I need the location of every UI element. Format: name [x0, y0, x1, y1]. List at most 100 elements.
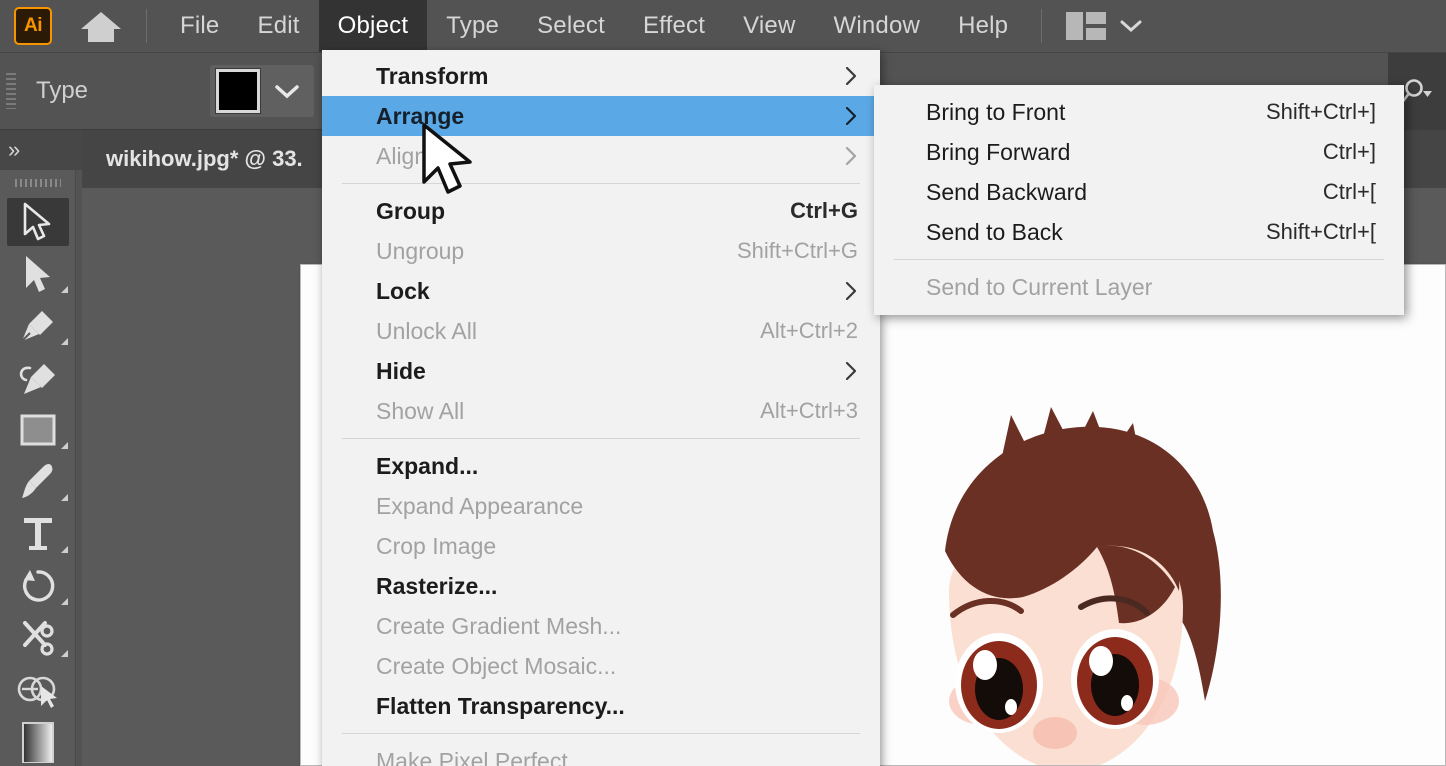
menu-window[interactable]: Window — [815, 0, 940, 52]
menu-item-label: Transform — [376, 62, 489, 89]
workspace-switcher[interactable] — [1066, 12, 1142, 40]
menu-select[interactable]: Select — [518, 0, 624, 52]
menu-item-show-all: Show All Alt+Ctrl+3 — [322, 391, 880, 431]
menu-item-create-gradient-mesh: Create Gradient Mesh... — [322, 606, 880, 646]
menu-item-label: Send to Back — [926, 218, 1063, 245]
chevron-right-icon — [844, 65, 858, 87]
menu-file[interactable]: File — [161, 0, 238, 52]
menu-help[interactable]: Help — [939, 0, 1027, 52]
gradient-tool[interactable] — [0, 716, 76, 766]
menu-item-send-backward[interactable]: Send Backward Ctrl+[ — [874, 172, 1404, 212]
menu-edit[interactable]: Edit — [238, 0, 318, 52]
menu-item-label: Show All — [376, 397, 465, 424]
menu-item-shortcut: Shift+Ctrl+[ — [1265, 219, 1376, 244]
control-bar-grip[interactable] — [6, 73, 16, 109]
tool-flyout-indicator[interactable] — [61, 598, 68, 605]
menu-item-shortcut: Alt+Ctrl+3 — [760, 398, 858, 423]
menu-item-group[interactable]: Group Ctrl+G — [322, 191, 880, 231]
selection-tool[interactable] — [0, 196, 76, 248]
menu-item-list: File Edit Object Type Select Effect View Window… — [161, 0, 1027, 52]
chevron-right-icon — [844, 360, 858, 382]
menu-item-lock[interactable]: Lock — [322, 271, 880, 311]
menu-item-label: Create Gradient Mesh... — [376, 612, 622, 639]
menu-item-flatten-transparency[interactable]: Flatten Transparency... — [322, 686, 880, 726]
menu-item-shortcut: Ctrl+] — [1322, 139, 1376, 164]
menu-effect[interactable]: Effect — [624, 0, 724, 52]
menu-item-label: Rasterize... — [376, 572, 498, 599]
document-tab[interactable]: wikihow.jpg* @ 33. — [82, 130, 327, 188]
arrange-submenu[interactable]: Bring to Front Shift+Ctrl+] Bring Forward C… — [874, 85, 1404, 315]
menu-item-label: Lock — [376, 277, 430, 304]
menu-item-arrange[interactable]: Arrange — [322, 96, 880, 136]
double-chevron-right-icon[interactable]: » — [8, 139, 20, 161]
menu-item-expand[interactable]: Expand... — [322, 446, 880, 486]
tool-flyout-indicator[interactable] — [61, 650, 68, 657]
curvature-pen-tool[interactable] — [0, 352, 76, 404]
paintbrush-tool[interactable] — [0, 456, 76, 508]
fill-color-swatch[interactable] — [216, 69, 261, 113]
tool-flyout-indicator[interactable] — [61, 338, 68, 345]
menu-separator — [342, 438, 860, 439]
fill-chevron-down-icon[interactable] — [260, 65, 314, 117]
menu-item-transform[interactable]: Transform — [322, 56, 880, 96]
menu-type[interactable]: Type — [427, 0, 518, 52]
tool-panel-grip[interactable] — [0, 170, 75, 196]
tool-flyout-indicator[interactable] — [61, 494, 68, 501]
shape-builder-tool[interactable] — [0, 664, 76, 716]
tool-flyout-indicator[interactable] — [61, 286, 68, 293]
menu-item-label: Expand... — [376, 452, 479, 479]
menu-item-label: Crop Image — [376, 532, 497, 559]
tool-panel-header[interactable]: » — [0, 130, 82, 170]
chevron-down-icon — [1120, 20, 1142, 33]
control-type-label: Type — [36, 77, 89, 104]
tool-flyout-indicator[interactable] — [61, 442, 68, 449]
menu-item-shortcut: Shift+Ctrl+G — [736, 238, 858, 263]
direct-selection-tool[interactable] — [0, 248, 76, 300]
menu-item-send-to-current-layer: Send to Current Layer — [874, 267, 1404, 307]
menu-item-label: Send to Current Layer — [926, 273, 1153, 300]
object-menu-dropdown[interactable]: Transform Arrange Align Group Ctrl+G Ungroup S… — [322, 50, 880, 766]
menu-item-hide[interactable]: Hide — [322, 351, 880, 391]
menu-view[interactable]: View — [724, 0, 814, 52]
scissors-tool[interactable] — [0, 612, 76, 664]
menu-separator — [342, 733, 860, 734]
menu-item-make-pixel-perfect: Make Pixel Perfect — [322, 741, 880, 766]
chevron-right-icon — [844, 280, 858, 302]
menu-item-label: Align — [376, 142, 428, 169]
menu-object[interactable]: Object — [318, 0, 428, 52]
menu-item-label: Arrange — [376, 102, 465, 129]
illustrator-window: Ai File Edit Object Type Select Effect View Win… — [0, 0, 1446, 766]
menu-item-align: Align — [322, 136, 880, 176]
pen-tool[interactable] — [0, 300, 76, 352]
menu-item-label: Bring to Front — [926, 98, 1066, 125]
menu-item-shortcut: Shift+Ctrl+] — [1265, 99, 1376, 124]
fill-color-control[interactable] — [210, 65, 315, 117]
menu-item-crop-image: Crop Image — [322, 526, 880, 566]
menu-item-label: Flatten Transparency... — [376, 692, 625, 719]
menu-item-label: Unlock All — [376, 317, 477, 344]
tool-flyout-indicator[interactable] — [61, 546, 68, 553]
menu-item-rasterize[interactable]: Rasterize... — [322, 566, 880, 606]
home-icon[interactable] — [78, 6, 124, 46]
chevron-right-icon — [844, 145, 858, 167]
menu-item-unlock-all: Unlock All Alt+Ctrl+2 — [322, 311, 880, 351]
menu-item-send-to-back[interactable]: Send to Back Shift+Ctrl+[ — [874, 212, 1404, 252]
character-artwork[interactable] — [883, 401, 1303, 765]
menu-item-label: Bring Forward — [926, 138, 1071, 165]
menu-item-label: Create Object Mosaic... — [376, 652, 617, 679]
menu-item-ungroup: Ungroup Shift+Ctrl+G — [322, 231, 880, 271]
app-logo-icon[interactable]: Ai — [14, 7, 52, 45]
type-tool[interactable] — [0, 508, 76, 560]
menu-item-bring-forward[interactable]: Bring Forward Ctrl+] — [874, 132, 1404, 172]
menu-item-bring-to-front[interactable]: Bring to Front Shift+Ctrl+] — [874, 92, 1404, 132]
menu-separator — [342, 183, 860, 184]
rectangle-tool[interactable] — [0, 404, 76, 456]
workspace-layout-icon — [1066, 12, 1107, 40]
tool-panel — [0, 170, 76, 766]
chevron-right-icon — [844, 105, 858, 127]
rotate-tool[interactable] — [0, 560, 76, 612]
menu-item-label: Send Backward — [926, 178, 1088, 205]
menu-item-create-object-mosaic: Create Object Mosaic... — [322, 646, 880, 686]
menu-item-expand-appearance: Expand Appearance — [322, 486, 880, 526]
menu-item-label: Ungroup — [376, 237, 465, 264]
